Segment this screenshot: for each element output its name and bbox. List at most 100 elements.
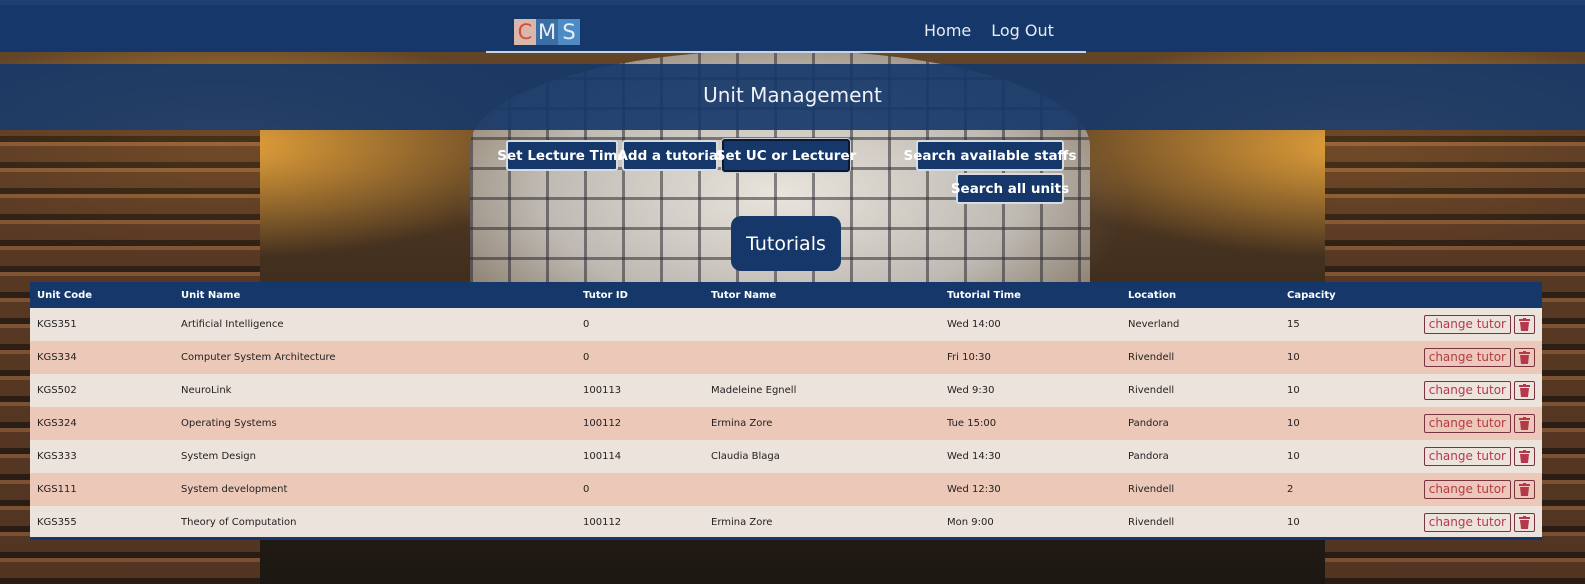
change-tutor-button[interactable]: change tutor xyxy=(1423,315,1511,334)
nav-home-link[interactable]: Home xyxy=(924,21,971,40)
cell-location: Rivendell xyxy=(1128,385,1175,396)
trash-icon xyxy=(1519,516,1530,529)
cell-unit-name: Theory of Computation xyxy=(181,517,297,528)
cell-location: Neverland xyxy=(1128,319,1180,330)
cell-tutor-id: 0 xyxy=(583,319,590,330)
table-row: KGS111 System development 0 Wed 12:30 Rivend… xyxy=(30,473,1542,506)
cell-tutorial-time: Tue 15:00 xyxy=(947,418,997,429)
search-available-staffs-button[interactable]: Search available staffs xyxy=(903,140,1077,171)
col-tutor-name[interactable]: Tutor Name xyxy=(704,282,940,308)
col-tutor-id[interactable]: Tutor ID xyxy=(576,282,704,308)
page-banner: Unit Management xyxy=(0,64,1585,130)
cell-tutor-id: 0 xyxy=(583,484,590,495)
delete-tutorial-button[interactable] xyxy=(1514,414,1535,433)
table-row: KGS333 System Design 100114 Claudia Blaga We… xyxy=(30,440,1542,473)
table-row: KGS334 Computer System Architecture 0 Fri 1… xyxy=(30,341,1542,374)
change-tutor-button[interactable]: change tutor xyxy=(1423,348,1511,367)
cell-unit-code: KGS324 xyxy=(37,418,77,429)
col-tutorial-time[interactable]: Tutorial Time xyxy=(940,282,1121,308)
row-actions: change tutor xyxy=(1400,407,1542,440)
change-tutor-button[interactable]: change tutor xyxy=(1423,513,1511,532)
cell-tutor-name xyxy=(704,341,940,374)
cell-capacity: 10 xyxy=(1287,418,1300,429)
row-actions: change tutor xyxy=(1400,506,1542,539)
cell-capacity: 2 xyxy=(1287,484,1294,495)
table-header-row: Unit Code Unit Name Tutor ID Tutor Name … xyxy=(30,282,1542,308)
nav-logout-link[interactable]: Log Out xyxy=(991,21,1054,40)
row-actions: change tutor xyxy=(1400,374,1542,407)
cell-unit-code: KGS351 xyxy=(37,319,77,330)
cell-unit-code: KGS355 xyxy=(37,517,77,528)
cell-capacity: 10 xyxy=(1287,517,1300,528)
col-capacity[interactable]: Capacity xyxy=(1280,282,1400,308)
cell-unit-code: KGS502 xyxy=(37,385,77,396)
cell-location: Rivendell xyxy=(1128,517,1175,528)
cell-tutor-name: Ermina Zore xyxy=(711,418,773,429)
cell-unit-code: KGS334 xyxy=(37,352,77,363)
cell-tutor-id: 100113 xyxy=(583,385,622,396)
add-tutorial-button[interactable]: Add a tutorial xyxy=(617,140,723,171)
cell-tutor-id: 100112 xyxy=(583,517,622,528)
logo-letter-c: C xyxy=(514,19,536,45)
col-unit-code[interactable]: Unit Code xyxy=(30,282,174,308)
cms-logo[interactable]: C M S xyxy=(514,19,580,45)
search-all-units-button[interactable]: Search all units xyxy=(951,173,1069,204)
tutorials-tab[interactable]: Tutorials xyxy=(731,216,841,271)
trash-icon xyxy=(1519,483,1530,496)
delete-tutorial-button[interactable] xyxy=(1514,447,1535,466)
cell-tutorial-time: Fri 10:30 xyxy=(947,352,991,363)
cell-tutorial-time: Mon 9:00 xyxy=(947,517,994,528)
cell-tutorial-time: Wed 14:30 xyxy=(947,451,1001,462)
row-actions: change tutor xyxy=(1400,308,1542,341)
cell-tutor-id: 100114 xyxy=(583,451,622,462)
cell-tutorial-time: Wed 12:30 xyxy=(947,484,1001,495)
cell-unit-name: Artificial Intelligence xyxy=(181,319,284,330)
table-bottom-border xyxy=(30,537,1542,540)
set-uc-lecturer-button[interactable]: Set UC or Lecturer xyxy=(716,139,856,172)
table-row: KGS502 NeuroLink 100113 Madeleine Egnell Wed… xyxy=(30,374,1542,407)
table-row: KGS324 Operating Systems 100112 Ermina Zore… xyxy=(30,407,1542,440)
nav-links: Home Log Out xyxy=(924,21,1054,40)
trash-icon xyxy=(1519,351,1530,364)
delete-tutorial-button[interactable] xyxy=(1514,348,1535,367)
cell-capacity: 15 xyxy=(1287,319,1300,330)
cell-tutor-id: 100112 xyxy=(583,418,622,429)
top-navbar: C M S Home Log Out xyxy=(0,0,1585,52)
row-actions: change tutor xyxy=(1400,341,1542,374)
set-lecture-time-button[interactable]: Set Lecture Time xyxy=(497,140,627,171)
cell-capacity: 10 xyxy=(1287,385,1300,396)
row-actions: change tutor xyxy=(1400,473,1542,506)
cell-unit-code: KGS333 xyxy=(37,451,77,462)
delete-tutorial-button[interactable] xyxy=(1514,513,1535,532)
page-title: Unit Management xyxy=(703,83,882,107)
delete-tutorial-button[interactable] xyxy=(1514,480,1535,499)
cell-location: Pandora xyxy=(1128,451,1169,462)
cell-tutorial-time: Wed 14:00 xyxy=(947,319,1001,330)
table-row: KGS355 Theory of Computation 100112 Ermina … xyxy=(30,506,1542,539)
col-actions xyxy=(1400,282,1542,308)
cell-tutor-name: Madeleine Egnell xyxy=(711,385,797,396)
cell-unit-code: KGS111 xyxy=(37,484,77,495)
change-tutor-button[interactable]: change tutor xyxy=(1423,381,1511,400)
cell-tutorial-time: Wed 9:30 xyxy=(947,385,995,396)
change-tutor-button[interactable]: change tutor xyxy=(1423,480,1511,499)
cell-location: Rivendell xyxy=(1128,484,1175,495)
cell-capacity: 10 xyxy=(1287,451,1300,462)
trash-icon xyxy=(1519,417,1530,430)
cell-unit-name: Operating Systems xyxy=(181,418,277,429)
change-tutor-button[interactable]: change tutor xyxy=(1423,447,1511,466)
cell-unit-name: System development xyxy=(181,484,288,495)
cell-capacity: 10 xyxy=(1287,352,1300,363)
cell-tutor-name xyxy=(704,473,940,506)
col-unit-name[interactable]: Unit Name xyxy=(174,282,576,308)
trash-icon xyxy=(1519,450,1530,463)
trash-icon xyxy=(1519,384,1530,397)
logo-letter-m: M xyxy=(536,19,558,45)
cell-tutor-name xyxy=(704,308,940,341)
delete-tutorial-button[interactable] xyxy=(1514,315,1535,334)
col-location[interactable]: Location xyxy=(1121,282,1280,308)
delete-tutorial-button[interactable] xyxy=(1514,381,1535,400)
change-tutor-button[interactable]: change tutor xyxy=(1423,414,1511,433)
cell-tutor-name: Ermina Zore xyxy=(711,517,773,528)
cell-location: Rivendell xyxy=(1128,352,1175,363)
